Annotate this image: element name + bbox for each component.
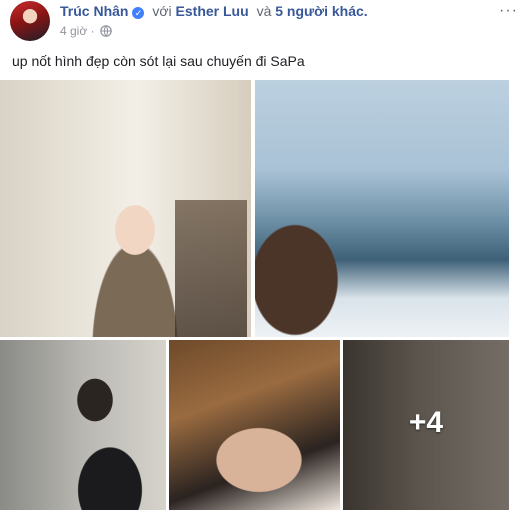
author-avatar[interactable] (10, 1, 50, 41)
tagged-others-link[interactable]: 5 người khác. (275, 3, 367, 19)
verified-badge-icon: ✓ (132, 7, 145, 19)
photo-5-more[interactable]: +4 (343, 340, 509, 510)
more-options-icon[interactable]: ··· (499, 2, 518, 20)
photo-3[interactable] (0, 340, 166, 510)
and-label: và (256, 3, 272, 19)
post-meta: 4 giờ · (60, 23, 112, 41)
feed-post: Trúc Nhân ✓ với Esther Luu và 5 người khá… (0, 0, 531, 528)
post-header: Trúc Nhân ✓ với Esther Luu và 5 người khá… (60, 2, 368, 20)
post-timestamp[interactable]: 4 giờ (60, 24, 87, 38)
post-caption: up nốt hình đẹp còn sót lại sau chuyến đ… (12, 53, 305, 69)
photo-1[interactable] (0, 80, 251, 337)
globe-icon[interactable] (100, 25, 112, 41)
photo-4[interactable] (169, 340, 340, 510)
more-photos-count[interactable]: +4 (343, 406, 509, 440)
author-name[interactable]: Trúc Nhân (60, 3, 128, 19)
photo-2[interactable] (255, 80, 509, 337)
tagged-user-link[interactable]: Esther Luu (176, 3, 249, 19)
meta-separator: · (90, 24, 95, 38)
with-label: với (152, 3, 172, 19)
